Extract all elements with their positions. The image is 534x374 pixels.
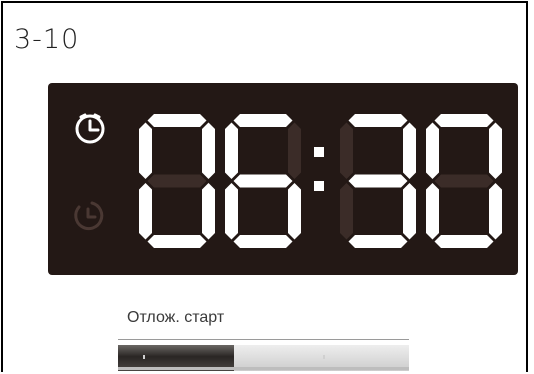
digit-1-segment-b	[288, 122, 301, 179]
digit-3-segment-f	[426, 122, 439, 179]
time-readout	[139, 114, 502, 248]
digit-2-segment-d	[348, 235, 408, 248]
digit-3-segment-a	[434, 114, 494, 127]
digit-0-segment-d	[147, 235, 207, 248]
digit-1-segment-e	[225, 183, 238, 240]
slider-tick	[143, 355, 145, 359]
digit-1-segment-a	[233, 114, 293, 127]
digit-1-segment-c	[288, 183, 301, 240]
colon-dot	[314, 147, 324, 157]
slider-base	[118, 367, 409, 370]
digit-1-segment-f	[225, 122, 238, 179]
digit-2-segment-g	[348, 174, 408, 188]
digit-2-segment-a	[348, 114, 408, 127]
slider-tick	[323, 355, 325, 359]
colon-dot	[314, 181, 324, 191]
digit-2-segment-c	[403, 183, 416, 240]
delay-start-label: Отлож. старт	[127, 309, 225, 326]
digit-2-segment-f	[340, 122, 353, 179]
digit-3-segment-d	[434, 235, 494, 248]
digit-0-segment-g	[147, 174, 207, 188]
digit-0-segment-b	[202, 122, 215, 179]
digit-0-segment-c	[202, 183, 215, 240]
digit-3-segment-e	[426, 183, 439, 240]
digit-2-segment-b	[403, 122, 416, 179]
digit-3-segment-b	[489, 122, 502, 179]
digit-1-segment-g	[233, 174, 293, 188]
digit-0-segment-f	[139, 122, 152, 179]
digit-3-segment-g	[434, 174, 494, 188]
digit-3-segment-c	[489, 183, 502, 240]
digit-0-segment-e	[139, 183, 152, 240]
digit-2-segment-e	[340, 183, 353, 240]
digit-0-segment-a	[147, 114, 207, 127]
panel-divider	[118, 339, 409, 340]
digit-1-segment-d	[233, 235, 293, 248]
